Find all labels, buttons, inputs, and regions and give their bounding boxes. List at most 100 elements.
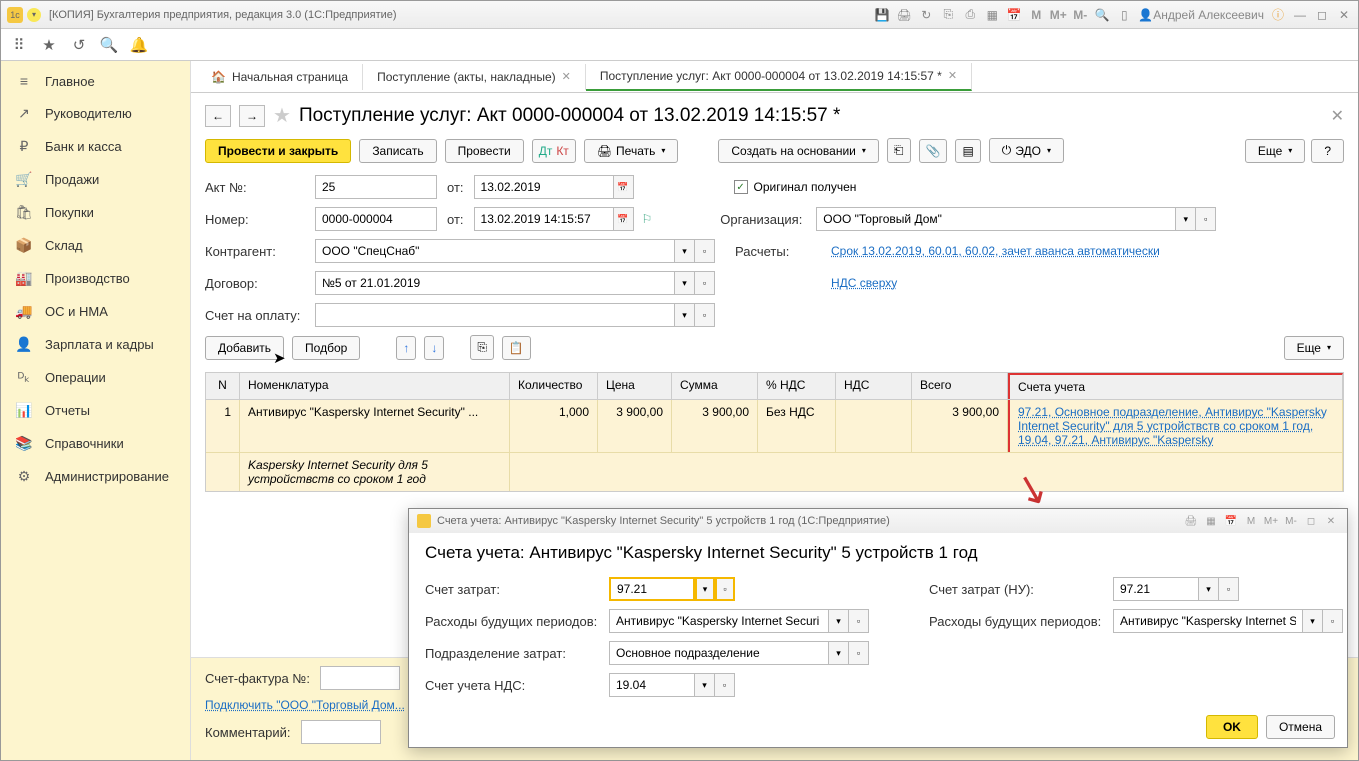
bell-icon[interactable]: 🔔 <box>129 35 149 55</box>
dropdown-icon[interactable]: ▾ <box>1303 609 1323 633</box>
maximize-icon[interactable]: ◻ <box>1314 7 1330 23</box>
print-icon[interactable]: 🖨 <box>896 7 912 23</box>
sidebar-item-bank[interactable]: ₽Банк и касса <box>1 130 190 163</box>
tab-receipt-doc[interactable]: Поступление услуг: Акт 0000-000004 от 13… <box>586 63 972 91</box>
dropdown-icon[interactable]: ▾ <box>1199 577 1219 601</box>
back-button[interactable]: ← <box>205 105 231 127</box>
compare-icon[interactable]: ⎘ <box>940 7 956 23</box>
open-icon[interactable]: ▫ <box>1323 609 1343 633</box>
cell-accounts[interactable]: 97.21, Основное подразделение, Антивирус… <box>1008 400 1343 452</box>
open-icon[interactable]: ▫ <box>695 239 715 263</box>
restore-icon[interactable]: ◻ <box>1303 513 1319 529</box>
contract-input[interactable] <box>315 271 675 295</box>
tab-receipts-list[interactable]: Поступление (акты, накладные)✕ <box>363 64 586 90</box>
history-icon[interactable]: ↺ <box>69 35 89 55</box>
open-icon[interactable]: ▫ <box>849 609 869 633</box>
m-button[interactable]: M <box>1028 7 1044 23</box>
post-and-close-button[interactable]: Провести и закрыть <box>205 139 351 163</box>
layout-icon[interactable]: ▯ <box>1116 7 1132 23</box>
mminus-button[interactable]: M- <box>1283 513 1299 529</box>
mplus-button[interactable]: M+ <box>1050 7 1066 23</box>
sidebar-item-main[interactable]: ≡Главное <box>1 65 190 97</box>
sidebar-item-admin[interactable]: ⚙Администрирование <box>1 460 190 493</box>
sidebar-item-manager[interactable]: ↗Руководителю <box>1 97 190 130</box>
sidebar-item-warehouse[interactable]: 📦Склад <box>1 229 190 262</box>
close-icon[interactable]: ✕ <box>562 70 571 83</box>
sidebar-item-operations[interactable]: ᴰₖОперации <box>1 361 190 394</box>
refresh-icon[interactable]: ↻ <box>918 7 934 23</box>
dropdown-icon[interactable]: ▾ <box>829 609 849 633</box>
calc-icon[interactable]: ▦ <box>1203 513 1219 529</box>
open-icon[interactable]: ▫ <box>715 673 735 697</box>
open-icon[interactable]: ▫ <box>1196 207 1216 231</box>
forward-button[interactable]: → <box>239 105 265 127</box>
organization-input[interactable] <box>816 207 1176 231</box>
tab-start-page[interactable]: 🏠Начальная страница <box>197 64 363 90</box>
move-down-button[interactable]: ↓ <box>424 336 444 360</box>
open-icon[interactable]: ▫ <box>695 271 715 295</box>
user-icon[interactable]: 👤 Андрей Алексеевич <box>1138 7 1264 23</box>
add-row-button[interactable]: Добавить <box>205 336 284 360</box>
copy-button[interactable]: ⎘ <box>470 335 494 360</box>
deferred-nu-input[interactable] <box>1113 609 1303 633</box>
mplus-button[interactable]: M+ <box>1263 513 1279 529</box>
table-row[interactable]: 1 Антивирус "Kaspersky Internet Security… <box>206 400 1343 452</box>
minimize-icon[interactable]: — <box>1292 7 1308 23</box>
mminus-button[interactable]: M- <box>1072 7 1088 23</box>
sidebar-item-catalogs[interactable]: 📚Справочники <box>1 427 190 460</box>
number-date-input[interactable] <box>474 207 614 231</box>
cancel-button[interactable]: Отмена <box>1266 715 1335 739</box>
calendar-icon[interactable]: 📅 <box>1006 7 1022 23</box>
paste-button[interactable]: 📋 <box>502 336 531 360</box>
calendar-icon[interactable]: 📅 <box>1223 513 1239 529</box>
table-more-button[interactable]: Еще▾ <box>1284 336 1344 360</box>
output-icon[interactable]: ⎙ <box>962 7 978 23</box>
counteragent-input[interactable] <box>315 239 675 263</box>
accounts-link[interactable]: 97.21, Основное подразделение, Антивирус… <box>1018 405 1327 447</box>
close-icon[interactable]: ✕ <box>948 69 957 82</box>
department-input[interactable] <box>609 641 829 665</box>
attach-button[interactable]: 📎 <box>919 139 948 163</box>
comment-input[interactable] <box>301 720 381 744</box>
dropdown-icon[interactable]: ▾ <box>695 577 715 601</box>
act-no-input[interactable] <box>315 175 437 199</box>
ok-button[interactable]: OK <box>1206 715 1258 739</box>
invoice-input[interactable] <box>315 303 675 327</box>
print-button[interactable]: 🖨 Печать▾ <box>584 139 679 163</box>
dropdown-icon[interactable]: ▾ <box>675 239 695 263</box>
invoice-doc-input[interactable] <box>320 666 400 690</box>
sidebar-item-assets[interactable]: 🚚ОС и НМА <box>1 295 190 328</box>
deferred-input[interactable] <box>609 609 829 633</box>
act-date-input[interactable] <box>474 175 614 199</box>
help-button[interactable]: ? <box>1311 139 1344 163</box>
write-button[interactable]: Записать <box>359 139 436 163</box>
cost-account-nu-input[interactable] <box>1113 577 1199 601</box>
calc-icon[interactable]: ▦ <box>984 7 1000 23</box>
open-icon[interactable]: ▫ <box>715 577 735 601</box>
calendar-icon[interactable]: 📅 <box>614 207 634 231</box>
zoom-icon[interactable]: 🔍 <box>1094 7 1110 23</box>
dt-kt-button[interactable]: ДтКт <box>532 139 576 163</box>
dropdown-icon[interactable]: ▾ <box>829 641 849 665</box>
move-up-button[interactable]: ↑ <box>396 336 416 360</box>
sidebar-item-hr[interactable]: 👤Зарплата и кадры <box>1 328 190 361</box>
flag-icon[interactable]: ⚐ <box>642 212 653 226</box>
more-button[interactable]: Еще▾ <box>1245 139 1305 163</box>
number-input[interactable] <box>315 207 437 231</box>
print-icon[interactable]: 🖨 <box>1183 513 1199 529</box>
calculations-link[interactable]: Срок 13.02.2019, 60.01, 60.02, зачет ава… <box>831 244 1160 258</box>
apps-icon[interactable]: ⠿ <box>9 35 29 55</box>
sidebar-item-reports[interactable]: 📊Отчеты <box>1 394 190 427</box>
favorite-icon[interactable]: ★ <box>273 103 291 128</box>
dropdown-icon[interactable]: ▾ <box>675 303 695 327</box>
close-dialog-icon[interactable]: ✕ <box>1323 513 1339 529</box>
post-button[interactable]: Провести <box>445 139 524 163</box>
open-icon[interactable]: ▫ <box>849 641 869 665</box>
sidebar-item-purchases[interactable]: 🛍Покупки <box>1 196 190 229</box>
sidebar-item-production[interactable]: 🏭Производство <box>1 262 190 295</box>
open-icon[interactable]: ▫ <box>1219 577 1239 601</box>
calendar-icon[interactable]: 📅 <box>614 175 634 199</box>
dropdown-icon[interactable]: ▾ <box>1176 207 1196 231</box>
edo-button[interactable]: ⏻ ЭДО▾ <box>989 138 1064 163</box>
info-icon[interactable]: ⓘ <box>1270 7 1286 23</box>
